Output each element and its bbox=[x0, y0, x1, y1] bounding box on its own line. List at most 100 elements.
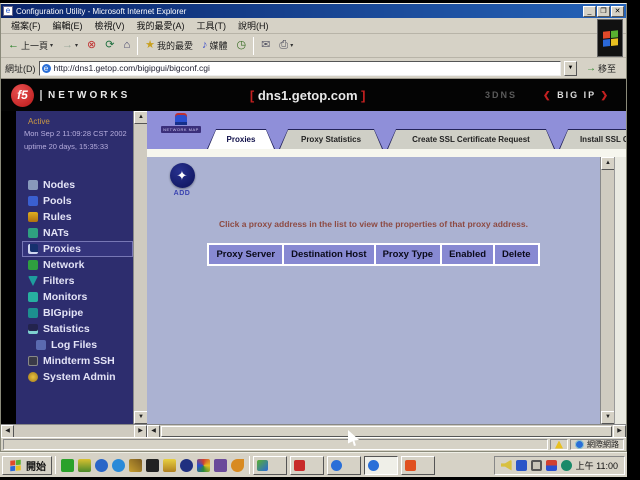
f5-brand-wordmark: NETWORKS bbox=[40, 90, 130, 101]
start-button[interactable]: 開始 bbox=[2, 456, 52, 475]
sidebar-item-pools[interactable]: Pools bbox=[22, 193, 133, 209]
link-bigip[interactable]: ❮ BIG IP ❯ bbox=[543, 90, 610, 101]
home-button[interactable]: ⌂ bbox=[119, 38, 134, 53]
quick-launch-icon[interactable] bbox=[214, 459, 227, 472]
scroll-right-icon[interactable]: ▶ bbox=[134, 425, 147, 438]
antivirus-icon[interactable] bbox=[561, 460, 572, 471]
column-header-destination-host[interactable]: Destination Host bbox=[284, 245, 373, 264]
scroll-left-icon[interactable]: ◀ bbox=[1, 425, 14, 438]
sidebar-item-system-admin[interactable]: System Admin bbox=[22, 369, 133, 385]
sidebar-item-proxies[interactable]: Proxies bbox=[22, 241, 133, 257]
task-button[interactable] bbox=[253, 456, 287, 475]
unit-uptime: uptime 20 days, 15:35:33 bbox=[24, 142, 133, 151]
right-gutter bbox=[614, 157, 626, 424]
sidebar-item-statistics[interactable]: Statistics bbox=[22, 321, 133, 337]
tab-install-ssl-certificate[interactable]: Install SSL Certifi bbox=[559, 129, 626, 149]
sidebar-item-nodes[interactable]: Nodes bbox=[22, 177, 133, 193]
sidebar-item-log-files[interactable]: Log Files bbox=[22, 337, 133, 353]
menu-help[interactable]: 說明(H) bbox=[232, 18, 275, 33]
mail-button[interactable]: ✉ bbox=[257, 38, 274, 53]
scroll-down-icon[interactable]: ▼ bbox=[601, 411, 615, 424]
menu-edit[interactable]: 編輯(E) bbox=[47, 18, 89, 33]
tab-create-ssl-certificate-request[interactable]: Create SSL Certificate Request bbox=[387, 129, 555, 149]
maximize-button[interactable]: ❐ bbox=[597, 6, 610, 17]
back-button[interactable]: ← 上一頁 ▾ bbox=[4, 37, 57, 54]
host-bracket-left: [ bbox=[250, 88, 254, 103]
desktop-screen: e Configuration Utility - Microsoft Inte… bbox=[0, 0, 640, 480]
history-button[interactable]: ◷ bbox=[233, 38, 251, 53]
address-input[interactable]: e http://dns1.getop.com/bigipgui/bigconf… bbox=[39, 61, 561, 76]
quick-launch-icon[interactable] bbox=[61, 459, 74, 472]
tab-proxies[interactable]: Proxies bbox=[207, 129, 275, 149]
menu-favorites[interactable]: 我的最愛(A) bbox=[131, 18, 191, 33]
favorites-button[interactable]: ★ 我的最愛 bbox=[141, 37, 197, 54]
content-horizontal-scrollbar[interactable]: ◀ ▶ bbox=[147, 424, 626, 437]
menu-file[interactable]: 檔案(F) bbox=[5, 18, 47, 33]
taskbar-clock[interactable]: 上午 11:00 bbox=[576, 459, 618, 472]
titlebar[interactable]: e Configuration Utility - Microsoft Inte… bbox=[1, 4, 626, 18]
input-method-icon[interactable] bbox=[516, 460, 527, 471]
minimize-button[interactable]: _ bbox=[583, 6, 596, 17]
quick-launch-icon[interactable] bbox=[197, 459, 210, 472]
sidebar-item-filters[interactable]: Filters bbox=[22, 273, 133, 289]
quick-launch-icon[interactable] bbox=[78, 459, 91, 472]
scrollbar-thumb[interactable] bbox=[161, 426, 612, 437]
start-label: 開始 bbox=[26, 458, 46, 473]
sidebar-vertical-scrollbar[interactable]: ▲ ▼ bbox=[133, 111, 147, 424]
sidebar-item-network[interactable]: Network bbox=[22, 257, 133, 273]
address-dropdown-button[interactable]: ▼ bbox=[564, 61, 577, 76]
scroll-down-icon[interactable]: ▼ bbox=[134, 411, 147, 424]
back-dropdown-icon[interactable]: ▾ bbox=[50, 42, 53, 49]
sidebar-item-mindterm-ssh[interactable]: Mindterm SSH bbox=[22, 353, 133, 369]
scroll-right-icon[interactable]: ▶ bbox=[613, 425, 626, 438]
scroll-up-icon[interactable]: ▲ bbox=[601, 157, 615, 170]
content-vertical-scrollbar[interactable]: ▲ ▼ bbox=[600, 157, 614, 424]
sidebar-item-bigpipe[interactable]: BIGpipe bbox=[22, 305, 133, 321]
forward-icon: → bbox=[62, 40, 73, 51]
quick-launch-icon[interactable] bbox=[231, 459, 244, 472]
scroll-left-icon[interactable]: ◀ bbox=[147, 425, 160, 438]
refresh-button[interactable]: ⟳ bbox=[101, 38, 118, 53]
quick-launch-icon[interactable] bbox=[163, 459, 176, 472]
quick-launch-icon[interactable] bbox=[146, 459, 159, 472]
column-header-proxy-type[interactable]: Proxy Type bbox=[376, 245, 441, 264]
quick-launch-icon[interactable] bbox=[129, 459, 142, 472]
tab-strip: NETWORK MAP Proxies Proxy Statistics Cre… bbox=[147, 111, 626, 149]
task-button[interactable] bbox=[290, 456, 324, 475]
add-proxy-button[interactable]: ✦ ADD bbox=[165, 163, 199, 197]
task-button[interactable] bbox=[327, 456, 361, 475]
quick-launch-icon[interactable] bbox=[112, 459, 125, 472]
volume-icon[interactable] bbox=[501, 460, 512, 471]
link-3dns[interactable]: 3DNS bbox=[485, 90, 517, 100]
column-header-delete[interactable]: Delete bbox=[495, 245, 538, 264]
sidebar-horizontal-scrollbar[interactable]: ◀ ▶ bbox=[1, 424, 147, 437]
print-button[interactable]: ⎙ ▾ bbox=[275, 38, 297, 53]
proxies-content-panel: ✦ ADD Click a proxy address in the list … bbox=[147, 157, 600, 424]
close-button[interactable]: ✕ bbox=[611, 6, 624, 17]
task-button[interactable] bbox=[401, 456, 435, 475]
task-button-active[interactable] bbox=[364, 456, 398, 475]
scroll-up-icon[interactable]: ▲ bbox=[134, 111, 147, 124]
browser-toolbar: ← 上一頁 ▾ → ▾ ⊗ ⟳ ⌂ ★ 我的最愛 ♪ bbox=[1, 34, 626, 58]
task-app-icon bbox=[257, 460, 268, 471]
print-dropdown-icon[interactable]: ▾ bbox=[290, 42, 293, 49]
column-header-enabled[interactable]: Enabled bbox=[442, 245, 493, 264]
quick-launch-icon[interactable] bbox=[180, 459, 193, 472]
network-status-icon[interactable] bbox=[546, 460, 557, 471]
forward-button[interactable]: → ▾ bbox=[58, 38, 82, 53]
menu-view[interactable]: 檢視(V) bbox=[89, 18, 131, 33]
media-button[interactable]: ♪ 媒體 bbox=[198, 37, 232, 54]
tab-proxy-statistics[interactable]: Proxy Statistics bbox=[279, 129, 383, 149]
quick-launch-icon[interactable] bbox=[95, 459, 108, 472]
sidebar-item-nats[interactable]: NATs bbox=[22, 225, 133, 241]
column-header-proxy-server[interactable]: Proxy Server bbox=[209, 245, 282, 264]
sidebar-item-rules[interactable]: Rules bbox=[22, 209, 133, 225]
sidebar-item-monitors[interactable]: Monitors bbox=[22, 289, 133, 305]
menu-tools[interactable]: 工具(T) bbox=[191, 18, 233, 33]
network-map-button[interactable]: NETWORK MAP bbox=[161, 115, 201, 133]
go-button[interactable]: → 移至 bbox=[580, 61, 622, 76]
stop-button[interactable]: ⊗ bbox=[83, 38, 100, 53]
display-icon[interactable] bbox=[531, 460, 542, 471]
toolbar-separator bbox=[137, 37, 138, 55]
forward-dropdown-icon[interactable]: ▾ bbox=[75, 42, 78, 49]
